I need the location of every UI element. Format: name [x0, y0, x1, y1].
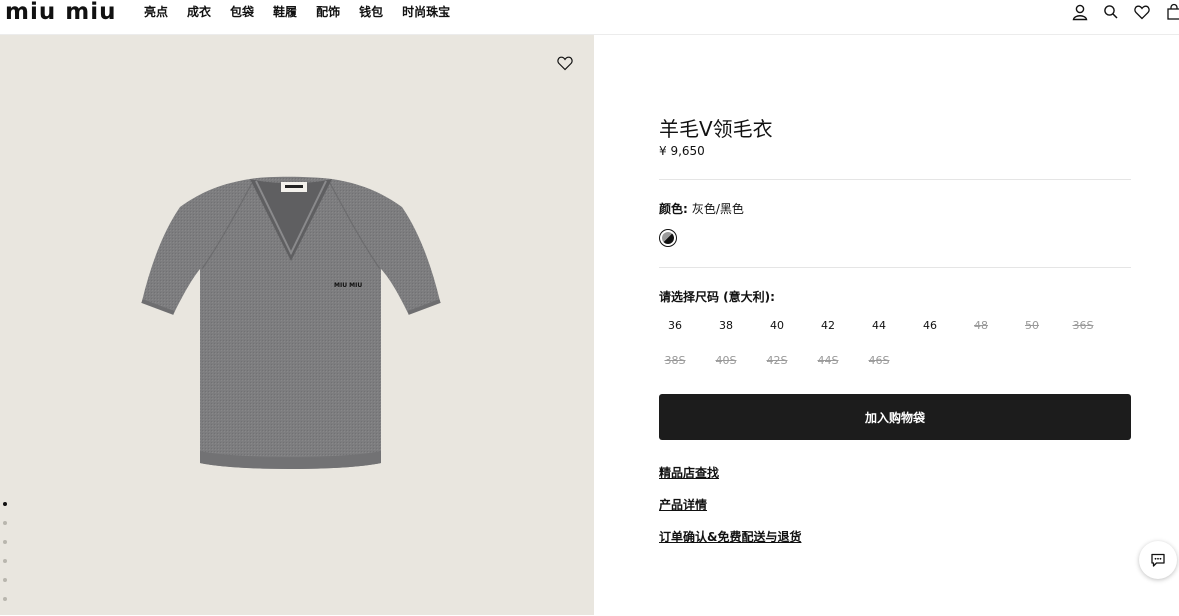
search-icon[interactable] [1102, 3, 1120, 21]
color-label: 颜色: [659, 202, 688, 216]
size-option-38s[interactable]: 38S [658, 354, 692, 368]
size-option-42s[interactable]: 42S [760, 354, 794, 368]
size-option-40[interactable]: 40 [760, 319, 794, 333]
shipping-returns-link[interactable]: 订单确认&免费配送与退货 [659, 528, 801, 545]
gallery-dot-1[interactable] [3, 502, 7, 506]
heart-icon[interactable] [1133, 3, 1151, 21]
chat-button[interactable] [1139, 541, 1177, 579]
size-option-46s[interactable]: 46S [862, 354, 896, 368]
nav-item-wallets[interactable]: 钱包 [359, 4, 383, 20]
size-option-44s[interactable]: 44S [811, 354, 845, 368]
chat-icon [1151, 553, 1165, 567]
size-option-36s[interactable]: 36S [1066, 319, 1100, 333]
shopping-bag-icon[interactable] [1165, 3, 1179, 21]
divider [659, 267, 1131, 268]
wishlist-heart-icon[interactable] [556, 55, 574, 71]
color-swatch-grey-black[interactable] [659, 229, 677, 247]
size-option-48[interactable]: 48 [964, 319, 998, 333]
gallery-dot-4[interactable] [3, 559, 7, 563]
gallery-dot-5[interactable] [3, 578, 7, 582]
size-option-36[interactable]: 36 [658, 319, 692, 333]
main-nav: 亮点 成衣 包袋 鞋履 配饰 钱包 时尚珠宝 [144, 4, 469, 20]
site-header: miu miu 亮点 成衣 包袋 鞋履 配饰 钱包 时尚珠宝 [0, 0, 1179, 35]
color-value: 灰色/黑色 [691, 202, 744, 216]
store-locator-link[interactable]: 精品店查找 [659, 464, 719, 481]
gallery-dot-2[interactable] [3, 521, 7, 525]
color-row: 颜色: 灰色/黑色 [659, 200, 744, 217]
sweater-logo-embroidery: MIU MIU [334, 282, 362, 289]
user-icon[interactable] [1071, 3, 1089, 21]
product-image-sweater[interactable]: MIU MIU [140, 173, 442, 483]
size-option-50[interactable]: 50 [1015, 319, 1049, 333]
nav-item-ready-to-wear[interactable]: 成衣 [187, 4, 211, 20]
swatch-fill [662, 232, 674, 244]
product-title: 羊毛V领毛衣 [659, 117, 773, 141]
divider [659, 179, 1131, 180]
size-option-42[interactable]: 42 [811, 319, 845, 333]
gallery-pagination [3, 502, 7, 616]
product-gallery[interactable]: MIU MIU [0, 35, 594, 615]
size-option-44[interactable]: 44 [862, 319, 896, 333]
gallery-dot-3[interactable] [3, 540, 7, 544]
nav-item-shoes[interactable]: 鞋履 [273, 4, 297, 20]
miu-miu-logo[interactable]: miu miu [5, 1, 116, 24]
product-details-link[interactable]: 产品详情 [659, 496, 707, 513]
nav-item-bags[interactable]: 包袋 [230, 4, 254, 20]
product-price: ¥ 9,650 [659, 144, 705, 158]
size-option-38[interactable]: 38 [709, 319, 743, 333]
gallery-dot-6[interactable] [3, 597, 7, 601]
nav-item-accessories[interactable]: 配饰 [316, 4, 340, 20]
size-option-40s[interactable]: 40S [709, 354, 743, 368]
nav-item-jewelry[interactable]: 时尚珠宝 [402, 4, 450, 20]
size-option-46[interactable]: 46 [913, 319, 947, 333]
size-label: 请选择尺码 (意大利): [659, 290, 775, 304]
nav-item-highlights[interactable]: 亮点 [144, 4, 168, 20]
add-to-bag-button[interactable]: 加入购物袋 [659, 394, 1131, 440]
